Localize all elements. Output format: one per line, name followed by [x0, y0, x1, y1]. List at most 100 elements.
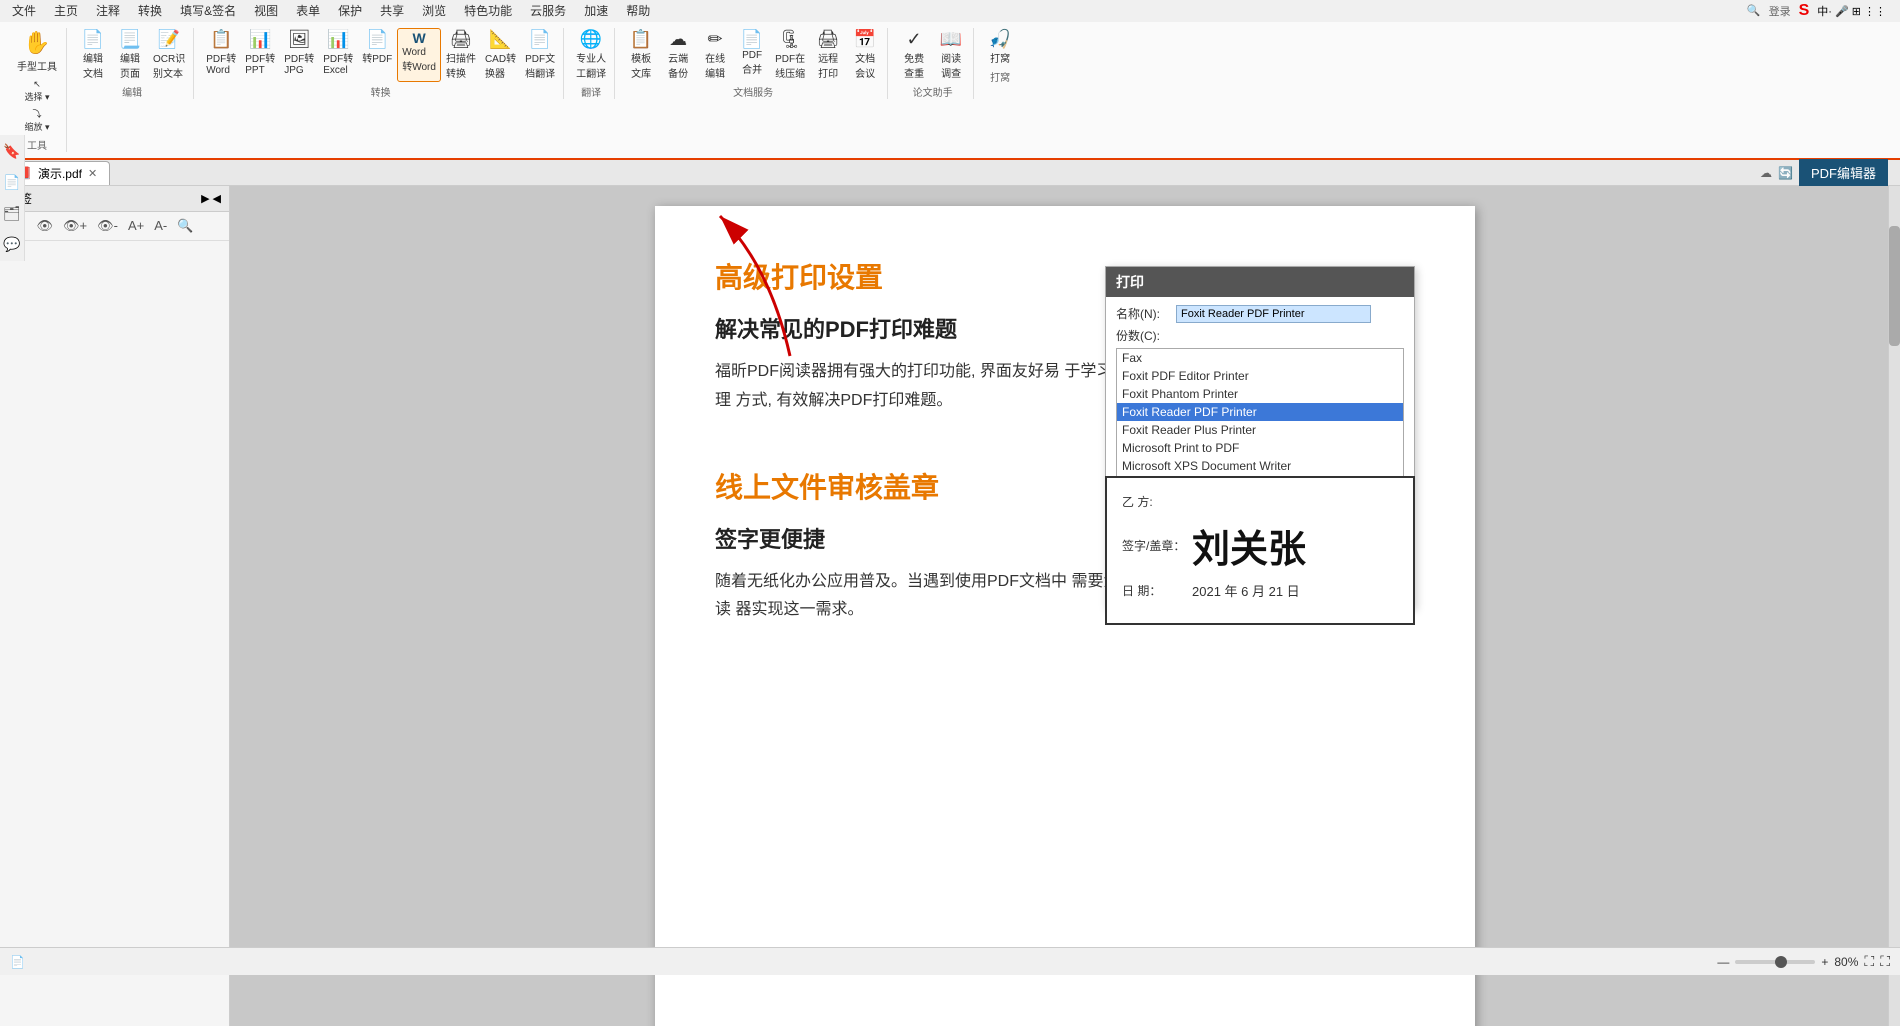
nav-comment-icon[interactable]: 💬 — [3, 236, 21, 253]
ocr-btn[interactable]: 📝 OCR识别文本 — [149, 28, 189, 82]
menu-annotate[interactable]: 注释 — [88, 0, 128, 21]
left-nav: 🔖 📄 🗂 💬 — [0, 135, 25, 261]
search-box[interactable]: 🔍 — [1747, 4, 1761, 17]
printer-foxit-editor[interactable]: Foxit PDF Editor Printer — [1117, 367, 1403, 385]
menu-sign[interactable]: 填写&签名 — [172, 0, 244, 21]
free-check-btn[interactable]: ✓ 免费查重 — [896, 28, 932, 82]
font-minus-btn[interactable]: A- — [150, 216, 171, 236]
edit-group-label: 编辑 — [122, 84, 142, 99]
pdf-to-word-btn[interactable]: 📋 PDF转Word — [202, 28, 240, 82]
ribbon-group-tools: ✋ 手型工具 ↖ 选择 ▾ ⤵ 缩放 ▾ 工具 — [8, 28, 67, 152]
pdf-jpg-icon: 🖼 — [288, 30, 311, 48]
menu-home[interactable]: 主页 — [46, 0, 86, 21]
reading-survey-btn[interactable]: 📖 阅读调查 — [933, 28, 969, 82]
online-edit-btn[interactable]: ✏ 在线编辑 — [697, 28, 733, 82]
zoom-label: 缩放 ▾ — [24, 120, 49, 133]
pdf-translate-btn[interactable]: 📄 PDF文档翻译 — [521, 28, 559, 82]
print-copies-row: 份数(C): — [1116, 327, 1404, 344]
cad-convert-btn[interactable]: 📐 CAD转换器 — [481, 28, 520, 82]
cloud-label: 云端备份 — [668, 50, 688, 80]
sidebar-collapse-btn[interactable]: ◀ — [213, 192, 221, 205]
login-btn[interactable]: 登录 — [1769, 3, 1791, 19]
scrollbar-thumb[interactable] — [1889, 226, 1900, 346]
hand-tool-btn[interactable]: ✋ 手型工具 — [12, 28, 62, 75]
ribbon-group-convert: 📋 PDF转Word 📊 PDF转PPT 🖼 PDF转JPG 📊 PDF转Exc… — [198, 28, 564, 99]
menu-browse[interactable]: 浏览 — [414, 0, 454, 21]
zoom-slider[interactable] — [1735, 960, 1815, 964]
bookmark-eye-btn[interactable]: 👁 — [33, 216, 58, 236]
printer-foxit-reader[interactable]: Foxit Reader PDF Printer — [1117, 403, 1403, 421]
zoom-tool-btn[interactable]: ⤵ 缩放 ▾ — [21, 105, 52, 135]
nav-bookmark-icon[interactable]: 🔖 — [3, 143, 21, 160]
print-name-input[interactable] — [1176, 305, 1371, 323]
printer-ms-pdf[interactable]: Microsoft Print to PDF — [1117, 439, 1403, 457]
nav-layer-icon[interactable]: 🗂 — [3, 205, 21, 222]
sidebar-toolbar: 🖼 👁 👁+ 👁- A+ A- 🔍 — [0, 212, 229, 241]
pdf-to-jpg-btn[interactable]: 🖼 PDF转JPG — [280, 28, 318, 82]
merge-label: PDF合并 — [742, 50, 762, 76]
scan-convert-btn[interactable]: 🖨 扫描件转换 — [442, 28, 480, 82]
search-btn[interactable]: 🔍 — [173, 216, 197, 236]
check-label: 免费查重 — [904, 50, 924, 80]
edit-page-label: 编辑页面 — [120, 50, 140, 80]
pdf-trans-label: PDF文档翻译 — [525, 50, 555, 80]
dawo-btn[interactable]: 🎣 打窝 — [982, 28, 1018, 67]
nav-page-icon[interactable]: 📄 — [3, 174, 21, 191]
zoom-thumb[interactable] — [1775, 956, 1787, 968]
printer-fax[interactable]: Fax — [1117, 349, 1403, 367]
fullscreen-btn[interactable]: ⛶ — [1880, 953, 1890, 970]
word-to-pdf-btn[interactable]: W Word转Word — [397, 28, 441, 82]
print-copies-label: 份数(C): — [1116, 327, 1176, 344]
menu-view[interactable]: 视图 — [246, 0, 286, 21]
menu-speed[interactable]: 加速 — [576, 0, 616, 21]
tab-close-btn[interactable]: ✕ — [88, 167, 97, 180]
menu-file[interactable]: 文件 — [4, 0, 44, 21]
pdf-to-ppt-btn[interactable]: 📊 PDF转PPT — [241, 28, 279, 82]
menu-form[interactable]: 表单 — [288, 0, 328, 21]
online-icon: ✏ — [708, 30, 723, 48]
bookmark-eye-plus-btn[interactable]: 👁+ — [59, 216, 91, 236]
pdf-merge-btn[interactable]: 📄 PDF合并 — [734, 28, 770, 82]
zoom-in-btn[interactable]: + — [1821, 955, 1828, 969]
tab-bar: 📕 演示.pdf ✕ ☁ 🔄 PDF编辑器 — [0, 160, 1900, 186]
pdf-area: 高级打印设置 解决常见的PDF打印难题 福昕PDF阅读器拥有强大的打印功能, 界… — [230, 186, 1900, 1026]
sig-date-value: 2021 年 6 月 21 日 — [1192, 581, 1300, 600]
menu-share[interactable]: 共享 — [372, 0, 412, 21]
cloud-backup-btn[interactable]: ☁ 云端备份 — [660, 28, 696, 82]
pdf-compress-btn[interactable]: 🗜 PDF在线压缩 — [771, 28, 809, 82]
pdf-to-excel-btn[interactable]: 📊 PDF转Excel — [319, 28, 357, 82]
printer-foxit-phantom[interactable]: Foxit Phantom Printer — [1117, 385, 1403, 403]
menu-help[interactable]: 帮助 — [618, 0, 658, 21]
menu-protect[interactable]: 保护 — [330, 0, 370, 21]
menu-bar: 文件 主页 注释 转换 填写&签名 视图 表单 保护 共享 浏览 特色功能 云服… — [0, 0, 1900, 22]
meeting-icon: 📅 — [854, 30, 876, 48]
menu-cloud[interactable]: 云服务 — [522, 0, 574, 21]
to-pdf-btn[interactable]: 📄 转PDF — [358, 28, 396, 82]
zoom-out-btn[interactable]: — — [1717, 955, 1729, 969]
edit-doc-label: 编辑文档 — [83, 50, 103, 80]
menu-convert[interactable]: 转换 — [130, 0, 170, 21]
doc-meeting-btn[interactable]: 📅 文档会议 — [847, 28, 883, 82]
pro-trans-label: 专业人工翻译 — [576, 50, 606, 80]
font-plus-btn[interactable]: A+ — [124, 216, 148, 236]
pdf-editor-btn[interactable]: PDF编辑器 — [1799, 159, 1888, 186]
zoom-value: 80% — [1834, 955, 1858, 969]
pro-translate-btn[interactable]: 🌐 专业人工翻译 — [572, 28, 610, 82]
edit-page-btn[interactable]: 📃 编辑页面 — [112, 28, 148, 82]
remote-print-btn[interactable]: 🖨 远程打印 — [810, 28, 846, 82]
template-btn[interactable]: 📋 模板文库 — [623, 28, 659, 82]
to-pdf-label: 转PDF — [362, 50, 392, 65]
menu-special[interactable]: 特色功能 — [456, 0, 520, 21]
bookmark-eye-minus-btn[interactable]: 👁- — [93, 216, 122, 236]
sig-name-label: 签字/盖章： — [1122, 537, 1192, 554]
pdf-page: 高级打印设置 解决常见的PDF打印难题 福昕PDF阅读器拥有强大的打印功能, 界… — [655, 206, 1475, 1026]
printer-foxit-plus[interactable]: Foxit Reader Plus Printer — [1117, 421, 1403, 439]
vertical-scrollbar[interactable] — [1888, 186, 1900, 1026]
fit-page-btn[interactable]: ⛶ — [1864, 953, 1874, 970]
edit-doc-btn[interactable]: 📄 编辑文档 — [75, 28, 111, 82]
cloud-icon: ☁ — [669, 30, 687, 48]
select-tool-btn[interactable]: ↖ 选择 ▾ — [21, 77, 52, 105]
cloud-icon-top: ☁ — [1760, 166, 1772, 180]
compress-icon: 🗜 — [779, 30, 802, 48]
sidebar-expand-btn[interactable]: ▶ — [201, 192, 209, 205]
